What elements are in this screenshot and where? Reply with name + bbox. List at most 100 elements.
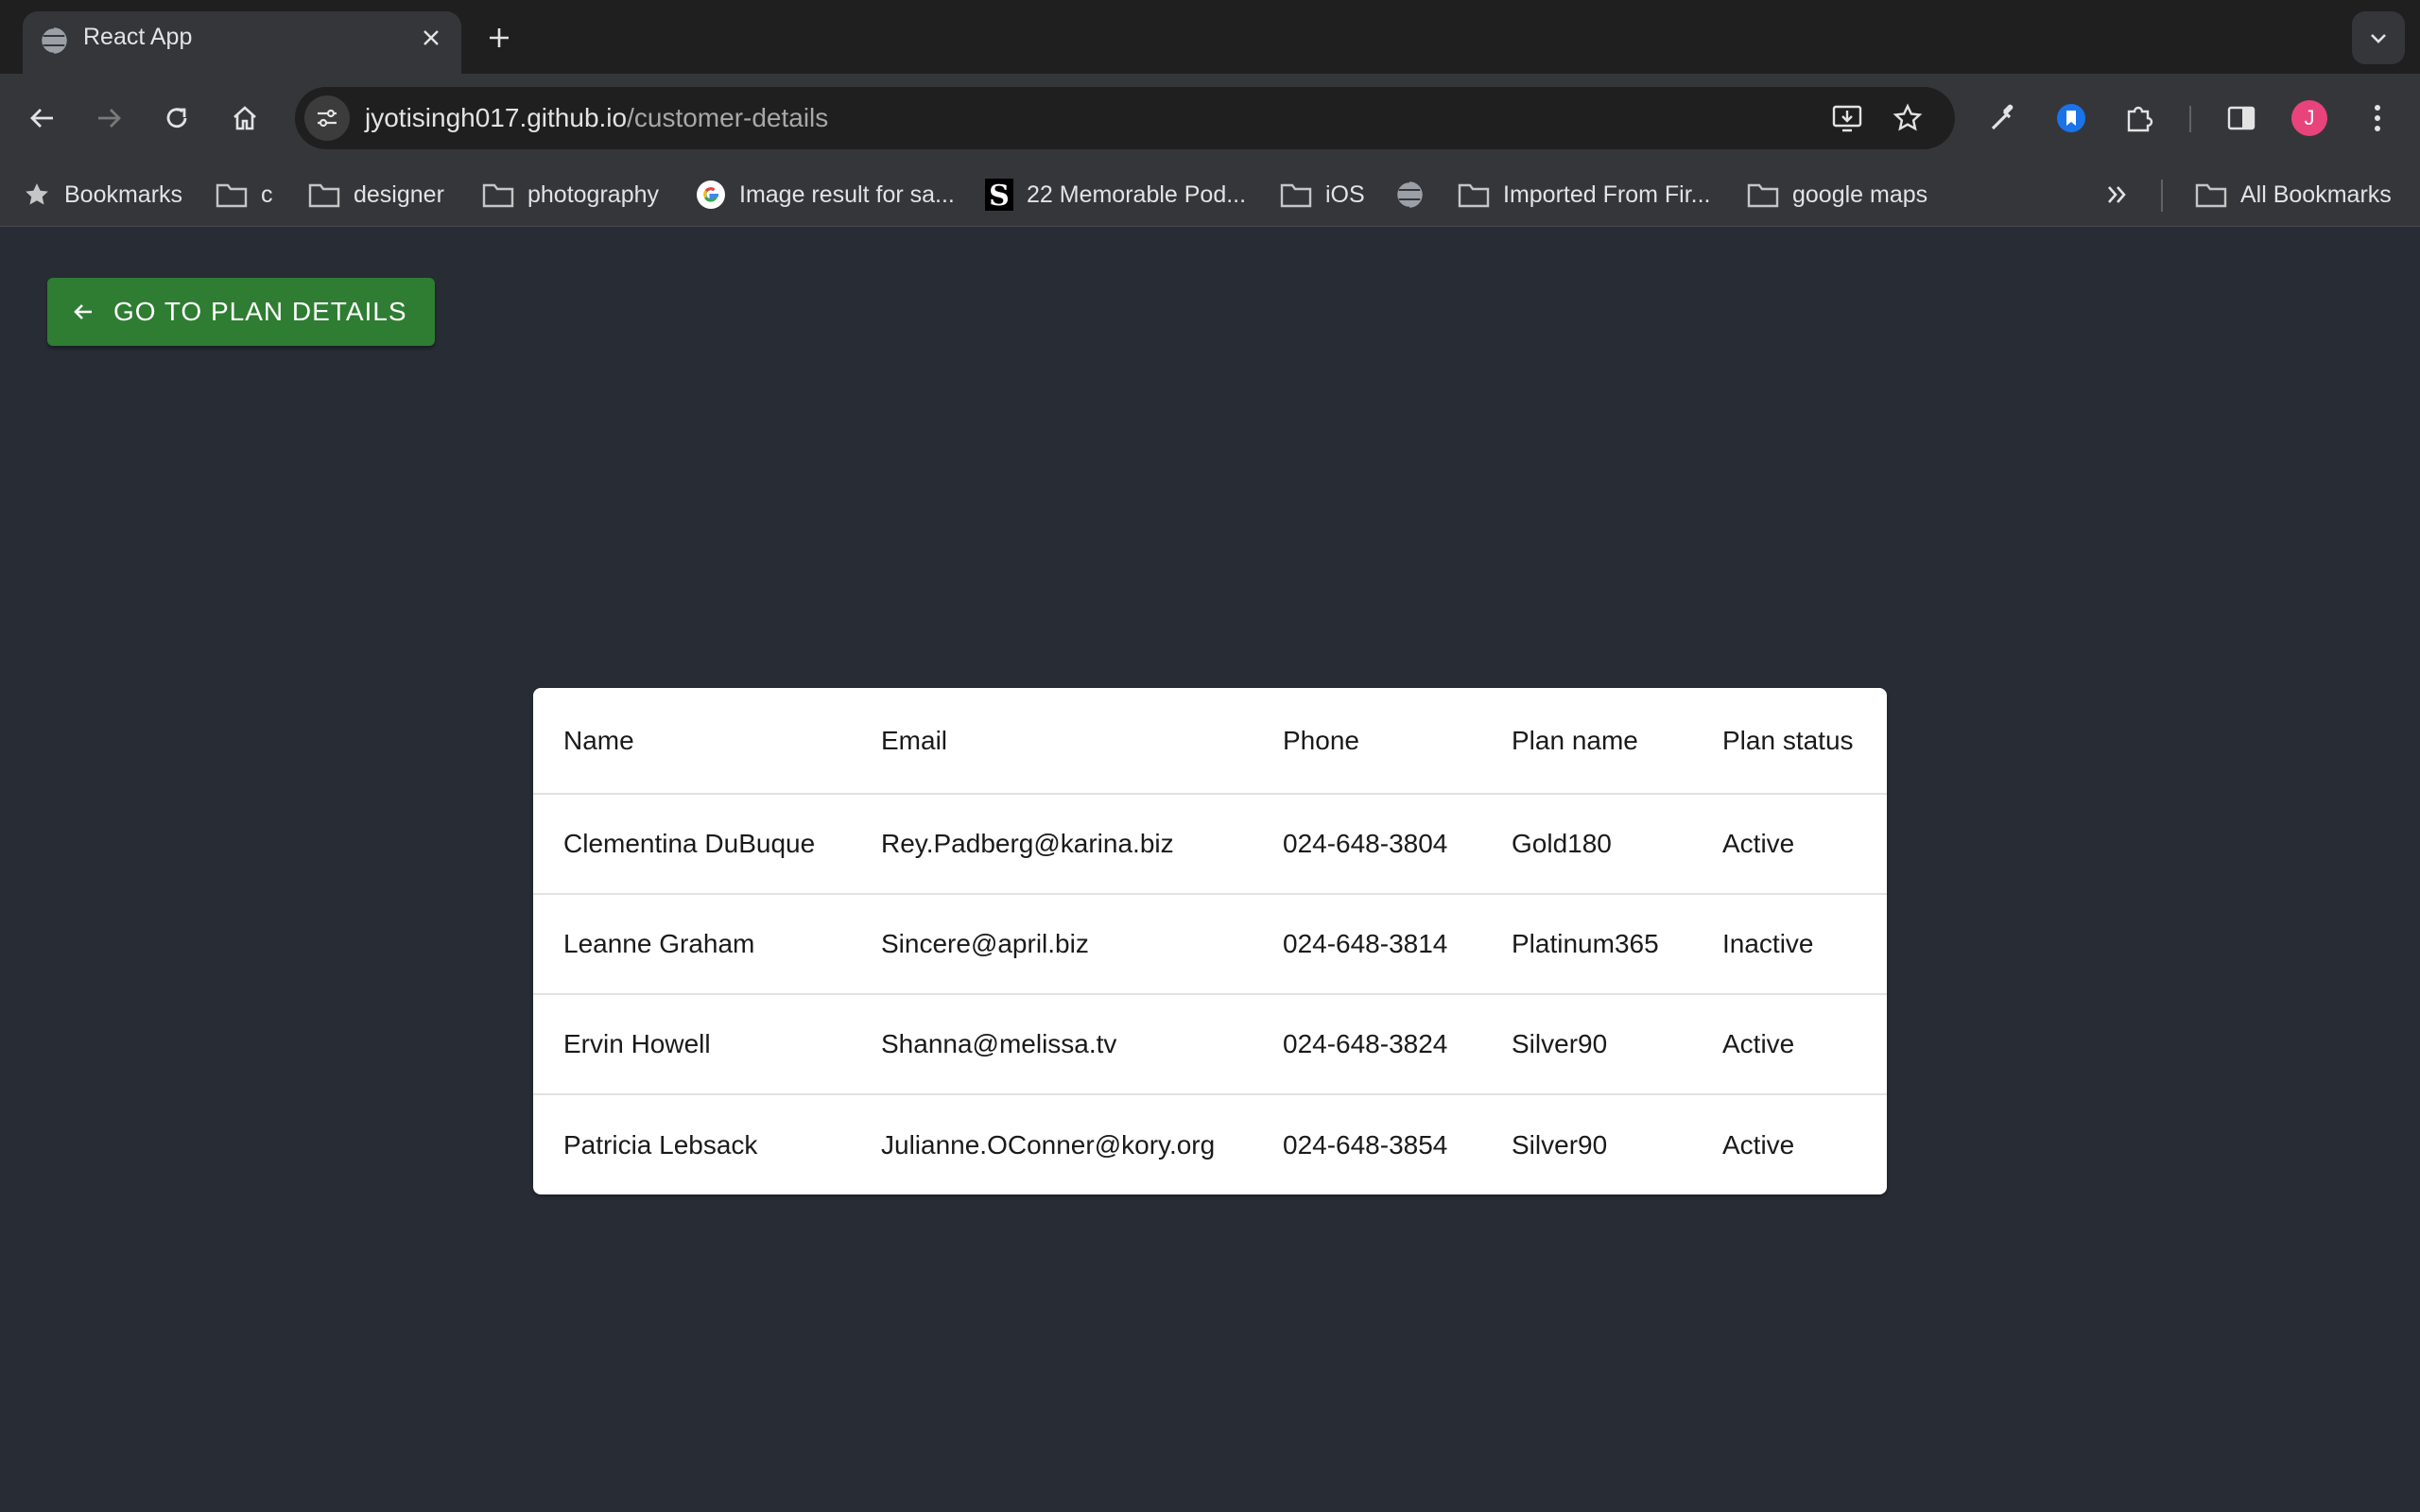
bookmark-folder-c[interactable]: c: [216, 163, 273, 227]
url-text[interactable]: jyotisingh017.github.io/customer-details: [365, 87, 828, 149]
arrow-left-icon: [30, 109, 53, 128]
customer-table: Name Email Phone Plan name Plan status C…: [533, 688, 1887, 1194]
bookmark-label: iOS: [1325, 180, 1365, 208]
new-tab-button[interactable]: [480, 19, 518, 57]
bookmark-label: google maps: [1792, 180, 1928, 208]
plus-icon: [490, 28, 509, 47]
reload-button[interactable]: [153, 94, 200, 142]
tab-search-button[interactable]: [2352, 11, 2405, 64]
folder-icon: [1747, 183, 1779, 208]
cell-phone: 024-648-3824: [1253, 994, 1481, 1095]
address-bar[interactable]: jyotisingh017.github.io/customer-details: [295, 87, 1955, 149]
bookmark-label: Image result for sa...: [739, 180, 955, 208]
cell-email: Julianne.OConner@kory.org: [881, 1129, 1216, 1160]
folder-icon: [216, 183, 248, 208]
all-bookmarks-label: All Bookmarks: [2240, 180, 2392, 208]
side-panel-button[interactable]: [2218, 94, 2265, 142]
cell-plan-name: Gold180: [1481, 794, 1692, 895]
back-button[interactable]: [19, 94, 66, 142]
close-tab-button[interactable]: [416, 23, 446, 53]
bookmark-folder-designer[interactable]: designer: [308, 163, 444, 227]
url-host: jyotisingh017.github.io: [365, 103, 628, 132]
cell-plan-status: Inactive: [1692, 894, 1887, 995]
cell-name: Clementina DuBuque: [533, 794, 851, 895]
cell-plan-status: Active: [1722, 1129, 1795, 1160]
column-header-phone: Phone: [1253, 688, 1481, 795]
chrome-menu-button[interactable]: [2354, 94, 2401, 142]
bookmark-item-image-result[interactable]: Image result for sa...: [696, 163, 955, 227]
chevron-down-icon: [2371, 34, 2386, 43]
arrow-left-icon: [72, 301, 95, 323]
google-icon: [697, 180, 725, 209]
folder-icon: [1280, 183, 1312, 208]
extension-button[interactable]: [2048, 94, 2095, 142]
eyedropper-button[interactable]: [1979, 94, 2027, 142]
kebab-menu-icon: [2375, 105, 2380, 131]
bookmark-folder-photography[interactable]: photography: [482, 163, 659, 227]
table-row: Leanne Graham Sincere@april.biz 024-648-…: [533, 894, 1887, 995]
browser-tab[interactable]: React App: [23, 11, 461, 74]
go-to-plan-details-button[interactable]: GO TO PLAN DETAILS: [47, 278, 435, 346]
table-row: Clementina DuBuque Rey.Padberg@karina.bi…: [533, 794, 1887, 895]
puzzle-icon: [2127, 106, 2153, 132]
star-icon: [26, 183, 48, 205]
profile-button[interactable]: J: [2286, 94, 2333, 142]
cell-name: Leanne Graham: [533, 894, 851, 995]
bookmark-label: Bookmarks: [64, 180, 183, 208]
tab-title: React App: [83, 24, 193, 50]
arrow-right-icon: [98, 109, 121, 128]
column-header-plan-name: Plan name: [1481, 688, 1692, 795]
column-header-email: Email: [851, 688, 1253, 795]
folder-icon: [482, 183, 514, 208]
bookmark-folder-google-maps[interactable]: google maps: [1747, 163, 1927, 227]
url-path: /customer-details: [627, 103, 829, 132]
install-app-icon: [1832, 105, 1862, 132]
avatar: J: [2291, 100, 2327, 136]
table-row: Ervin Howell Shanna@melissa.tv 024-648-3…: [533, 994, 1887, 1095]
cell-name: Patricia Lebsack: [563, 1129, 758, 1160]
reload-icon: [166, 108, 187, 129]
bookmark-star-button[interactable]: [1885, 95, 1930, 141]
side-panel-icon: [2227, 106, 2256, 130]
more-bookmarks-button[interactable]: [2104, 163, 2144, 227]
globe-icon: [1395, 180, 1423, 209]
column-header-plan-status: Plan status: [1692, 688, 1887, 795]
bookmark-label: photography: [527, 180, 660, 208]
forward-button[interactable]: [85, 94, 132, 142]
cell-phone: 024-648-3804: [1253, 794, 1481, 895]
cell-email: Rey.Padberg@karina.biz: [851, 794, 1253, 895]
bookmark-label: 22 Memorable Pod...: [1027, 180, 1247, 208]
page-content: GO TO PLAN DETAILS Name Email Phone Plan…: [0, 227, 2420, 1512]
cell-plan-name: Platinum365: [1481, 894, 1692, 995]
star-icon: [1893, 103, 1923, 131]
cell-name: Ervin Howell: [533, 994, 851, 1095]
cell-phone: 024-648-3814: [1253, 894, 1481, 995]
toolbar-divider: [2189, 106, 2191, 132]
bookmark-folder-ios[interactable]: iOS: [1280, 163, 1365, 227]
folder-icon: [308, 183, 340, 208]
cell-email: Shanna@melissa.tv: [851, 994, 1253, 1095]
install-app-button[interactable]: [1824, 95, 1870, 141]
home-icon: [233, 106, 256, 130]
bookmark-item-bookmarks[interactable]: Bookmarks: [23, 163, 182, 227]
bookmark-item-memorable-pod[interactable]: S 22 Memorable Pod...: [985, 163, 1246, 227]
tune-icon: [318, 109, 337, 128]
bookmark-label: c: [261, 180, 273, 208]
browser-toolbar: jyotisingh017.github.io/customer-details: [0, 74, 2420, 163]
cell-plan-status: Active: [1692, 794, 1887, 895]
all-bookmarks-button[interactable]: All Bookmarks: [2195, 163, 2392, 227]
extensions-menu-button[interactable]: [2116, 94, 2163, 142]
site-info-button[interactable]: [304, 95, 350, 141]
column-header-name: Name: [533, 688, 851, 795]
bookmark-label: designer: [354, 180, 444, 208]
home-button[interactable]: [221, 94, 268, 142]
bookmark-extension-icon: [2057, 104, 2085, 132]
bookmark-folder-imported[interactable]: Imported From Fir...: [1458, 163, 1710, 227]
globe-icon: [40, 26, 67, 55]
bookmarks-bar: Bookmarks c designer photography Image r…: [0, 163, 2420, 227]
bookmark-item-globe[interactable]: [1395, 163, 1437, 227]
bookmark-label: Imported From Fir...: [1503, 180, 1711, 208]
cell-plan-name: Silver90: [1481, 994, 1692, 1095]
site-s-icon: S: [985, 179, 1013, 211]
cell-plan-name: Silver90: [1512, 1129, 1608, 1160]
